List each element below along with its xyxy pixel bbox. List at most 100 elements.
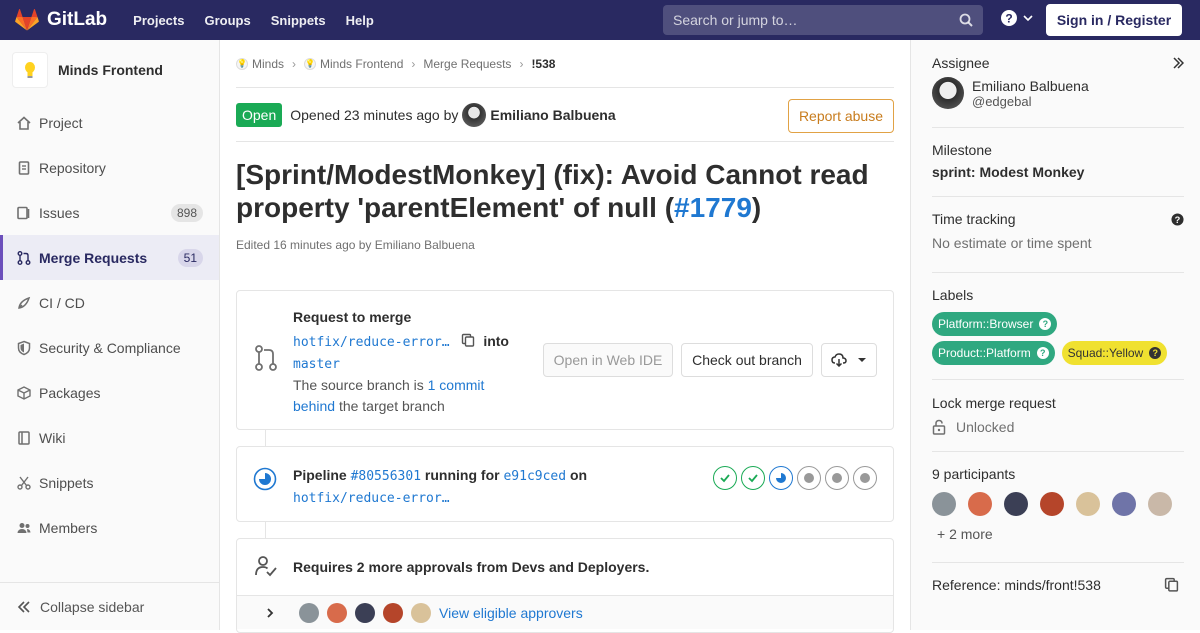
stage-created-icon[interactable] <box>825 466 849 490</box>
sidebar-item-repository[interactable]: Repository <box>0 145 219 190</box>
label-text: Squad::Yellow <box>1067 346 1144 360</box>
collapse-right-sidebar-icon[interactable] <box>1172 57 1184 69</box>
commit-sha-link[interactable]: e91c9ced <box>503 469 566 484</box>
lock-block: Lock merge request Unlocked <box>932 395 1184 435</box>
approval-user-icon <box>255 556 277 577</box>
participant-avatar[interactable] <box>1112 492 1136 516</box>
scissors-icon <box>16 475 32 491</box>
breadcrumb-minds[interactable]: Minds <box>252 57 284 71</box>
approver-avatar[interactable] <box>383 602 403 623</box>
question-circle-icon[interactable]: ? <box>1171 213 1184 226</box>
nav-snippets[interactable]: Snippets <box>271 13 326 28</box>
sidebar-item-members[interactable]: Members <box>0 505 219 550</box>
report-abuse-button[interactable]: Report abuse <box>787 99 894 133</box>
breadcrumb-separator: › <box>519 56 524 71</box>
approvers-row: View eligible approvers <box>237 595 893 629</box>
gitlab-logo[interactable]: GitLab <box>15 9 107 31</box>
sidebar-item-snippets[interactable]: Snippets <box>0 460 219 505</box>
stage-success-icon[interactable] <box>713 466 737 490</box>
sidebar-item-packages[interactable]: Packages <box>0 370 219 415</box>
help-dropdown[interactable]: ? <box>1000 9 1034 27</box>
divider <box>932 379 1184 380</box>
nav-help[interactable]: Help <box>346 13 374 28</box>
author-avatar[interactable] <box>462 102 487 127</box>
chevron-right-icon[interactable] <box>265 607 275 618</box>
search-icon[interactable] <box>959 13 973 27</box>
author-name[interactable]: Emiliano Balbuena <box>490 107 615 123</box>
participant-avatar[interactable] <box>1004 492 1028 516</box>
widget-connector <box>265 430 266 446</box>
search-input[interactable] <box>673 12 959 28</box>
doc-icon <box>16 160 32 176</box>
breadcrumb-merge-requests[interactable]: Merge Requests <box>423 57 511 71</box>
source-branch-link[interactable]: hotfix/reduce-error… <box>293 335 450 350</box>
stage-created-icon[interactable] <box>797 466 821 490</box>
sidebar-item-project[interactable]: Project <box>0 100 219 145</box>
approver-avatar[interactable] <box>327 602 347 623</box>
book-icon <box>16 430 32 446</box>
check-out-branch-button[interactable]: Check out branch <box>681 343 813 377</box>
pipeline-id-link[interactable]: #80556301 <box>351 469 421 484</box>
sidebar-item-label: Issues <box>39 204 80 221</box>
search-box <box>663 5 983 35</box>
label-text: Product::Platform <box>938 346 1031 360</box>
label-badge[interactable]: Product::Platform? <box>932 341 1055 365</box>
target-branch-link[interactable]: master <box>293 357 340 372</box>
sign-in-button[interactable]: Sign in / Register <box>1046 4 1182 36</box>
label-badge[interactable]: Squad::Yellow? <box>1061 341 1168 365</box>
stage-success-icon[interactable] <box>741 466 765 490</box>
milestone-value[interactable]: sprint: Modest Monkey <box>932 164 1184 180</box>
lock-status: Unlocked <box>932 419 1184 435</box>
merge-request-icon <box>16 250 32 266</box>
open-web-ide-button[interactable]: Open in Web IDE <box>543 343 673 377</box>
rocket-icon <box>16 295 32 311</box>
copy-icon[interactable] <box>1164 577 1179 592</box>
copy-icon[interactable] <box>461 333 475 347</box>
label-text: Platform::Browser <box>938 317 1034 331</box>
minds-frontend-avatar-icon: 💡 <box>304 57 317 70</box>
participant-avatar[interactable] <box>1148 492 1172 516</box>
top-navbar: GitLab Projects Groups Snippets Help ? S… <box>0 0 1200 40</box>
sidebar-item-ci-cd[interactable]: CI / CD <box>0 280 219 325</box>
issue-link[interactable]: #1779 <box>674 192 752 223</box>
breadcrumb-minds-frontend[interactable]: Minds Frontend <box>320 57 403 71</box>
nav-groups[interactable]: Groups <box>204 13 250 28</box>
pipeline-running-icon[interactable] <box>253 467 277 491</box>
question-circle-icon: ? <box>1039 318 1052 330</box>
labels-list: Platform::Browser? Product::Platform? Sq… <box>932 312 1184 370</box>
participant-avatar[interactable] <box>1040 492 1064 516</box>
sidebar-item-label: Project <box>39 114 83 131</box>
package-icon <box>16 385 32 401</box>
project-header[interactable]: Minds Frontend <box>0 40 219 100</box>
view-eligible-approvers-link[interactable]: View eligible approvers <box>439 605 583 621</box>
participant-avatar[interactable] <box>1076 492 1100 516</box>
sidebar-item-label: Packages <box>39 384 101 401</box>
sidebar-item-security[interactable]: Security & Compliance <box>0 325 219 370</box>
label-badge[interactable]: Platform::Browser? <box>932 312 1058 336</box>
approver-avatar[interactable] <box>411 602 431 623</box>
approvals-required-text: Requires 2 more approvals from Devs and … <box>293 559 650 575</box>
svg-text:?: ? <box>1175 215 1181 225</box>
pipeline-branch-link[interactable]: hotfix/reduce-error… <box>293 491 450 506</box>
sidebar-item-issues[interactable]: Issues 898 <box>0 190 219 235</box>
participant-avatar[interactable] <box>932 492 956 516</box>
time-tracking-value: No estimate or time spent <box>932 235 1092 251</box>
sidebar-item-label: Repository <box>39 159 106 176</box>
more-participants-link[interactable]: + 2 more <box>937 526 1184 542</box>
approver-avatar[interactable] <box>355 602 375 623</box>
breadcrumb-separator: › <box>411 56 416 71</box>
participant-avatar[interactable] <box>968 492 992 516</box>
sidebar-item-merge-requests[interactable]: Merge Requests 51 <box>0 235 219 280</box>
widget-connector <box>265 522 266 538</box>
sidebar-item-wiki[interactable]: Wiki <box>0 415 219 460</box>
nav-projects[interactable]: Projects <box>133 13 184 28</box>
download-dropdown-button[interactable] <box>821 343 877 377</box>
collapse-sidebar-button[interactable]: Collapse sidebar <box>0 582 219 630</box>
stage-running-icon[interactable] <box>769 466 793 490</box>
assignee-user[interactable]: Emiliano Balbuena @edgebal <box>932 77 1184 109</box>
stage-created-icon[interactable] <box>853 466 877 490</box>
approver-avatar[interactable] <box>299 602 319 623</box>
divider <box>932 451 1184 452</box>
behind-suffix: the target branch <box>338 398 445 414</box>
breadcrumb-current[interactable]: !538 <box>531 57 555 71</box>
